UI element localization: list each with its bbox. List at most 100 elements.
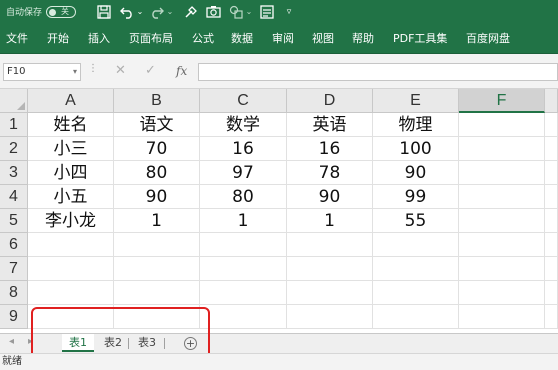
column-header-b[interactable]: B <box>114 89 200 113</box>
cell-a8[interactable] <box>28 281 114 305</box>
shapes-icon[interactable] <box>228 3 244 21</box>
undo-dropdown-icon[interactable]: ⌄ <box>136 3 144 21</box>
cell-f4[interactable] <box>459 185 545 209</box>
cell-f6[interactable] <box>459 233 545 257</box>
undo-icon[interactable] <box>119 3 135 21</box>
row-header-8[interactable]: 8 <box>0 281 28 305</box>
cell-c7[interactable] <box>200 257 287 281</box>
row-header-4[interactable]: 4 <box>0 185 28 209</box>
cell-a3[interactable]: 小四 <box>28 161 114 185</box>
insert-function-icon[interactable]: fx <box>176 61 187 81</box>
cell-b1[interactable]: 语文 <box>114 113 200 137</box>
cell-d4[interactable]: 90 <box>287 185 373 209</box>
cell-d5[interactable]: 1 <box>287 209 373 233</box>
column-header-f[interactable]: F <box>459 89 545 113</box>
customize-icon[interactable]: ▿ <box>284 3 294 21</box>
cell-c1[interactable]: 数学 <box>200 113 287 137</box>
cell-c3[interactable]: 97 <box>200 161 287 185</box>
cell-e9[interactable] <box>373 305 459 329</box>
cell-g4[interactable] <box>545 185 558 209</box>
cell-b6[interactable] <box>114 233 200 257</box>
select-all-button[interactable] <box>0 89 28 113</box>
cell-e1[interactable]: 物理 <box>373 113 459 137</box>
cell-d1[interactable]: 英语 <box>287 113 373 137</box>
autosave-switch[interactable]: 关 <box>46 5 77 18</box>
cell-d9[interactable] <box>287 305 373 329</box>
formula-input[interactable] <box>198 63 558 81</box>
form-icon[interactable] <box>259 3 275 21</box>
cell-d8[interactable] <box>287 281 373 305</box>
column-header-g[interactable] <box>545 89 558 113</box>
name-box[interactable]: F10 ▾ <box>3 63 81 81</box>
cell-b3[interactable]: 80 <box>114 161 200 185</box>
cell-b8[interactable] <box>114 281 200 305</box>
cell-g5[interactable] <box>545 209 558 233</box>
tab-home[interactable]: 开始 <box>47 24 69 54</box>
column-header-c[interactable]: C <box>200 89 287 113</box>
shapes-dropdown-icon[interactable]: ⌄ <box>245 3 253 21</box>
cell-f8[interactable] <box>459 281 545 305</box>
tab-page-layout[interactable]: 页面布局 <box>129 24 173 54</box>
cell-c5[interactable]: 1 <box>200 209 287 233</box>
cell-g3[interactable] <box>545 161 558 185</box>
cell-g6[interactable] <box>545 233 558 257</box>
row-header-2[interactable]: 2 <box>0 137 28 161</box>
format-painter-icon[interactable] <box>183 3 199 21</box>
chevron-down-icon[interactable]: ▾ <box>73 64 77 80</box>
cell-e8[interactable] <box>373 281 459 305</box>
cell-b4[interactable]: 90 <box>114 185 200 209</box>
column-header-a[interactable]: A <box>28 89 114 113</box>
cell-c9[interactable] <box>200 305 287 329</box>
cell-f5[interactable] <box>459 209 545 233</box>
row-header-5[interactable]: 5 <box>0 209 28 233</box>
cell-d2[interactable]: 16 <box>287 137 373 161</box>
cell-a2[interactable]: 小三 <box>28 137 114 161</box>
cell-a6[interactable] <box>28 233 114 257</box>
cell-a5[interactable]: 李小龙 <box>28 209 114 233</box>
cell-f3[interactable] <box>459 161 545 185</box>
scroll-left-icon[interactable]: ◂ <box>9 336 14 347</box>
row-header-6[interactable]: 6 <box>0 233 28 257</box>
cell-e7[interactable] <box>373 257 459 281</box>
cell-b2[interactable]: 70 <box>114 137 200 161</box>
cell-e6[interactable] <box>373 233 459 257</box>
cell-c2[interactable]: 16 <box>200 137 287 161</box>
save-icon[interactable] <box>96 3 112 21</box>
formula-bar-grip-icon[interactable]: ⋮ <box>88 63 98 74</box>
tab-help[interactable]: 帮助 <box>352 24 374 54</box>
redo-icon[interactable] <box>149 3 165 21</box>
tab-data[interactable]: 数据 <box>231 24 253 54</box>
autosave-toggle[interactable]: 自动保存 关 <box>6 5 77 18</box>
cell-a4[interactable]: 小五 <box>28 185 114 209</box>
cell-a7[interactable] <box>28 257 114 281</box>
cell-d7[interactable] <box>287 257 373 281</box>
cell-c4[interactable]: 80 <box>200 185 287 209</box>
cell-d3[interactable]: 78 <box>287 161 373 185</box>
cell-g9[interactable] <box>545 305 558 329</box>
cell-f7[interactable] <box>459 257 545 281</box>
cell-e2[interactable]: 100 <box>373 137 459 161</box>
cell-g1[interactable] <box>545 113 558 137</box>
tab-baidu-netdisk[interactable]: 百度网盘 <box>466 24 510 54</box>
cell-f1[interactable] <box>459 113 545 137</box>
cell-e4[interactable]: 99 <box>373 185 459 209</box>
cell-c6[interactable] <box>200 233 287 257</box>
cell-f9[interactable] <box>459 305 545 329</box>
cell-d6[interactable] <box>287 233 373 257</box>
enter-icon[interactable]: ✓ <box>145 61 156 81</box>
row-header-7[interactable]: 7 <box>0 257 28 281</box>
tab-pdf-tools[interactable]: PDF工具集 <box>393 24 447 54</box>
cell-c8[interactable] <box>200 281 287 305</box>
camera-icon[interactable] <box>205 3 221 21</box>
cell-a1[interactable]: 姓名 <box>28 113 114 137</box>
redo-dropdown-icon[interactable]: ⌄ <box>166 3 174 21</box>
tab-formulas[interactable]: 公式 <box>192 24 214 54</box>
column-header-d[interactable]: D <box>287 89 373 113</box>
row-header-1[interactable]: 1 <box>0 113 28 137</box>
cell-e3[interactable]: 90 <box>373 161 459 185</box>
tab-view[interactable]: 视图 <box>312 24 334 54</box>
cell-f2[interactable] <box>459 137 545 161</box>
row-header-9[interactable]: 9 <box>0 305 28 329</box>
cell-b5[interactable]: 1 <box>114 209 200 233</box>
cell-g2[interactable] <box>545 137 558 161</box>
